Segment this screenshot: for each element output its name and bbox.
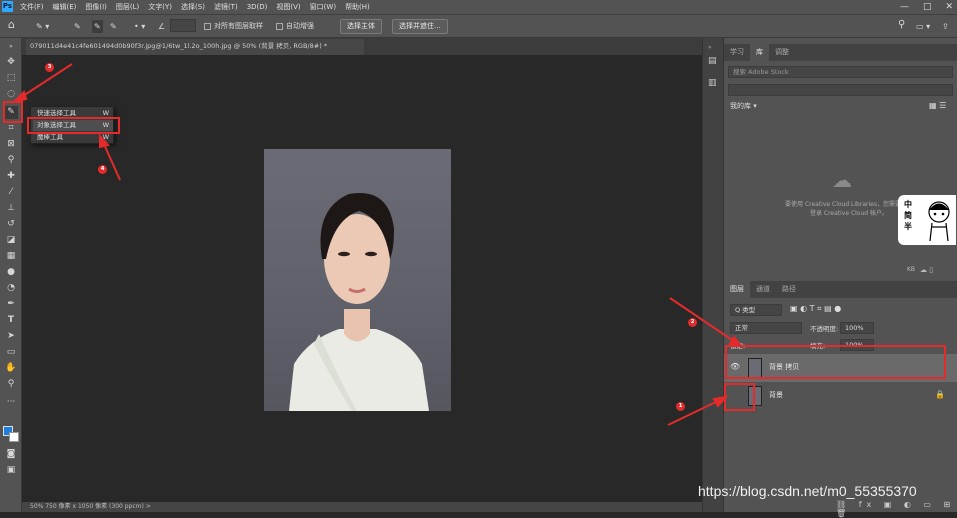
step-badge-2: 2 bbox=[688, 318, 697, 327]
sticker-widget[interactable]: 中 简 半 bbox=[898, 195, 956, 245]
sticker-text: 中 简 半 bbox=[904, 200, 912, 231]
csdn-watermark: https://blog.csdn.net/m0_55355370 bbox=[698, 483, 917, 499]
cartoon-figure-icon bbox=[928, 201, 950, 242]
annotation-arrows bbox=[10, 63, 744, 426]
step-badge-3: 3 bbox=[45, 63, 54, 72]
step-badge-4: 4 bbox=[98, 165, 107, 174]
step-badge-1: 1 bbox=[676, 402, 685, 411]
